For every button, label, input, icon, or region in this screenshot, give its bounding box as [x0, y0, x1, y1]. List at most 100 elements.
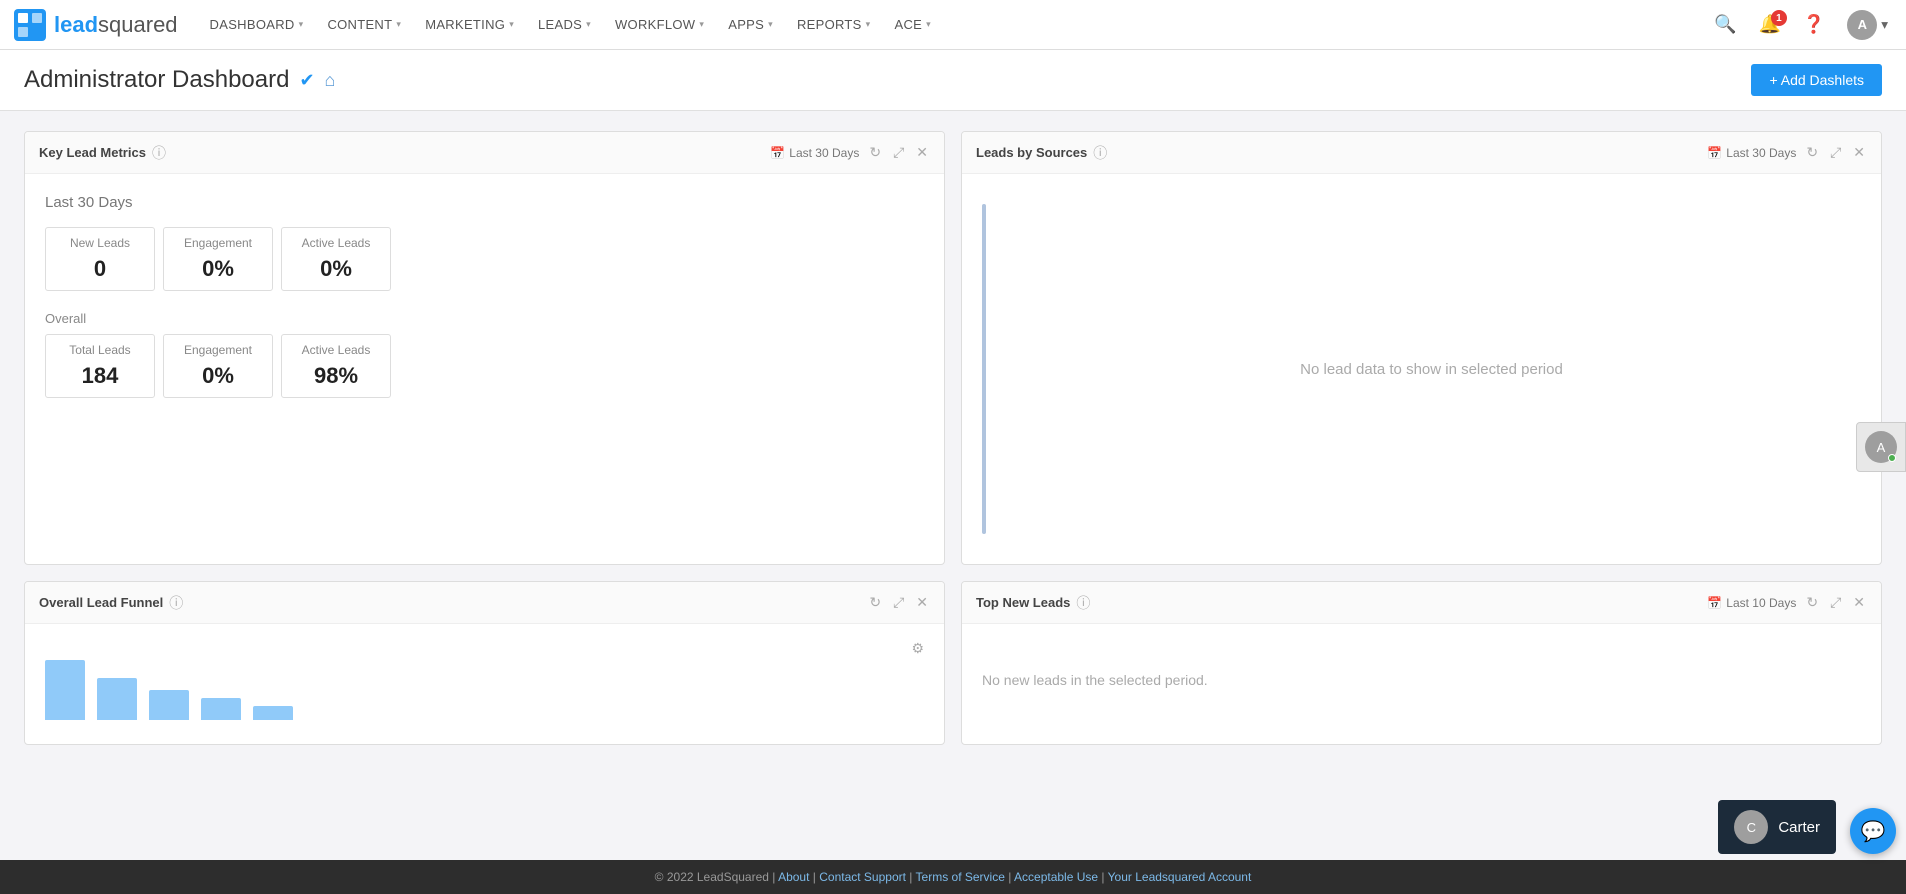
logo-icon: [12, 7, 48, 43]
nav-item-leads[interactable]: LEADS ▾: [526, 0, 603, 50]
dashlet-header-olf: Overall Lead Funnel ⓘ ↻ ⤢ ✕: [25, 582, 944, 624]
expand-button-lbs[interactable]: ⤢: [1828, 142, 1843, 163]
carter-name: Carter: [1778, 819, 1820, 836]
metric-box-active-leads-overall: Active Leads 98%: [281, 334, 391, 398]
refresh-button-lbs[interactable]: ↻: [1804, 142, 1820, 163]
chart-area-lbs: No lead data to show in selected period: [982, 194, 1861, 544]
calendar-icon-klm: 📅: [770, 146, 785, 160]
klm-overall-section: Overall Total Leads 184 Engagement 0% Ac…: [45, 311, 924, 398]
footer-link-terms[interactable]: Terms of Service: [916, 870, 1005, 884]
footer-link-about[interactable]: About: [778, 870, 809, 884]
funnel-bar-4: [201, 698, 241, 720]
add-dashlets-button[interactable]: + Add Dashlets: [1751, 64, 1882, 96]
date-filter-klm[interactable]: 📅 Last 30 Days: [770, 146, 859, 160]
dashlet-controls-lbs: 📅 Last 30 Days ↻ ⤢ ✕: [1707, 142, 1867, 163]
chart-empty-lbs: No lead data to show in selected period: [1002, 204, 1861, 534]
chat-fab-button[interactable]: 💬: [1850, 808, 1896, 854]
close-button-tnl[interactable]: ✕: [1851, 592, 1867, 613]
klm-section-label: Last 30 Days: [45, 194, 924, 211]
metric-value-active-leads-30: 0%: [294, 256, 378, 282]
funnel-bar-5: [253, 706, 293, 720]
nav-right: 🔍 🔔 1 ❓ A ▾: [1708, 6, 1894, 44]
info-icon-lbs[interactable]: ⓘ: [1093, 143, 1107, 163]
home-icon[interactable]: ⌂: [325, 70, 336, 91]
main-content: Key Lead Metrics ⓘ 📅 Last 30 Days ↻ ⤢ ✕ …: [0, 111, 1906, 765]
help-button[interactable]: ❓: [1797, 10, 1831, 39]
date-filter-tnl[interactable]: 📅 Last 10 Days: [1707, 596, 1796, 610]
footer-link-account[interactable]: Your Leadsquared Account: [1108, 870, 1252, 884]
metric-value-active-leads-overall: 98%: [294, 363, 378, 389]
dashlet-body-tnl: No new leads in the selected period.: [962, 624, 1881, 744]
chart-y-axis: [982, 204, 986, 534]
footer: © 2022 LeadSquared | About | Contact Sup…: [0, 860, 1906, 894]
klm-overall-label: Overall: [45, 311, 924, 326]
dashlet-title-lbs: Leads by Sources: [976, 145, 1087, 160]
dashlet-title-area-klm: Key Lead Metrics ⓘ: [39, 143, 166, 163]
dashlet-body-olf: ⚙: [25, 624, 944, 744]
metric-box-new-leads: New Leads 0: [45, 227, 155, 291]
metric-value-new-leads: 0: [58, 256, 142, 282]
expand-button-olf[interactable]: ⤢: [891, 592, 906, 613]
expand-button-tnl[interactable]: ⤢: [1828, 592, 1843, 613]
dashlet-title-klm: Key Lead Metrics: [39, 145, 146, 160]
chevron-down-icon: ▾: [768, 19, 773, 30]
metric-label-engagement-overall: Engagement: [176, 343, 260, 357]
metric-box-engagement-overall: Engagement 0%: [163, 334, 273, 398]
navbar: leadsquared DASHBOARD ▾ CONTENT ▾ MARKET…: [0, 0, 1906, 50]
dashlet-leads-by-sources: Leads by Sources ⓘ 📅 Last 30 Days ↻ ⤢ ✕ …: [961, 131, 1882, 565]
carter-chat-bar[interactable]: C Carter: [1718, 800, 1836, 854]
info-icon-olf[interactable]: ⓘ: [169, 593, 183, 613]
page-title: Administrator Dashboard: [24, 66, 289, 94]
dashlet-title-olf: Overall Lead Funnel: [39, 595, 163, 610]
chevron-down-icon: ▾: [1881, 17, 1888, 33]
user-menu-button[interactable]: A ▾: [1841, 6, 1894, 44]
search-button[interactable]: 🔍: [1708, 10, 1742, 39]
page-title-area: Administrator Dashboard ✔ ⌂: [24, 66, 335, 94]
chevron-down-icon: ▾: [586, 19, 591, 30]
metric-label-engagement-30: Engagement: [176, 236, 260, 250]
nav-item-marketing[interactable]: MARKETING ▾: [413, 0, 526, 50]
refresh-button-olf[interactable]: ↻: [867, 592, 883, 613]
info-icon-tnl[interactable]: ⓘ: [1076, 593, 1090, 613]
date-filter-lbs[interactable]: 📅 Last 30 Days: [1707, 146, 1796, 160]
nav-item-ace[interactable]: ACE ▾: [882, 0, 942, 50]
side-avatar: A: [1865, 431, 1897, 463]
metric-value-engagement-overall: 0%: [176, 363, 260, 389]
notification-badge: 1: [1771, 10, 1787, 26]
footer-link-acceptable[interactable]: Acceptable Use: [1014, 870, 1098, 884]
dashlet-title-area-lbs: Leads by Sources ⓘ: [976, 143, 1107, 163]
nav-item-reports[interactable]: REPORTS ▾: [785, 0, 883, 50]
footer-copyright: © 2022 LeadSquared: [655, 870, 769, 884]
nav-item-dashboard[interactable]: DASHBOARD ▾: [198, 0, 316, 50]
chevron-down-icon: ▾: [396, 19, 401, 30]
nav-item-workflow[interactable]: WORKFLOW ▾: [603, 0, 716, 50]
dashlets-bottom: Overall Lead Funnel ⓘ ↻ ⤢ ✕ ⚙: [24, 581, 1882, 745]
chevron-down-icon: ▾: [866, 19, 871, 30]
nav-item-content[interactable]: CONTENT ▾: [315, 0, 413, 50]
top-new-leads-empty: No new leads in the selected period.: [982, 640, 1861, 720]
chevron-down-icon: ▾: [926, 19, 931, 30]
chevron-down-icon: ▾: [699, 19, 704, 30]
close-button-klm[interactable]: ✕: [914, 142, 930, 163]
dashlet-header-lbs: Leads by Sources ⓘ 📅 Last 30 Days ↻ ⤢ ✕: [962, 132, 1881, 174]
dashlet-top-new-leads: Top New Leads ⓘ 📅 Last 10 Days ↻ ⤢ ✕ No …: [961, 581, 1882, 745]
refresh-button-tnl[interactable]: ↻: [1804, 592, 1820, 613]
klm-last30-section: New Leads 0 Engagement 0% Active Leads 0…: [45, 227, 924, 291]
chevron-down-icon: ▾: [509, 19, 514, 30]
dashlet-body-lbs: No lead data to show in selected period: [962, 174, 1881, 564]
funnel-chart: [45, 640, 911, 720]
notifications-button[interactable]: 🔔 1: [1752, 10, 1786, 39]
dashlet-title-area-tnl: Top New Leads ⓘ: [976, 593, 1090, 613]
logo[interactable]: leadsquared: [12, 7, 178, 43]
dashlet-header-klm: Key Lead Metrics ⓘ 📅 Last 30 Days ↻ ⤢ ✕: [25, 132, 944, 174]
metric-label-new-leads: New Leads: [58, 236, 142, 250]
footer-link-contact[interactable]: Contact Support: [819, 870, 906, 884]
close-button-olf[interactable]: ✕: [914, 592, 930, 613]
side-user-avatar[interactable]: A: [1856, 422, 1906, 472]
expand-button-klm[interactable]: ⤢: [891, 142, 906, 163]
info-icon-klm[interactable]: ⓘ: [152, 143, 166, 163]
nav-item-apps[interactable]: APPS ▾: [716, 0, 785, 50]
gear-button-olf[interactable]: ⚙: [911, 640, 924, 657]
close-button-lbs[interactable]: ✕: [1851, 142, 1867, 163]
refresh-button-klm[interactable]: ↻: [867, 142, 883, 163]
